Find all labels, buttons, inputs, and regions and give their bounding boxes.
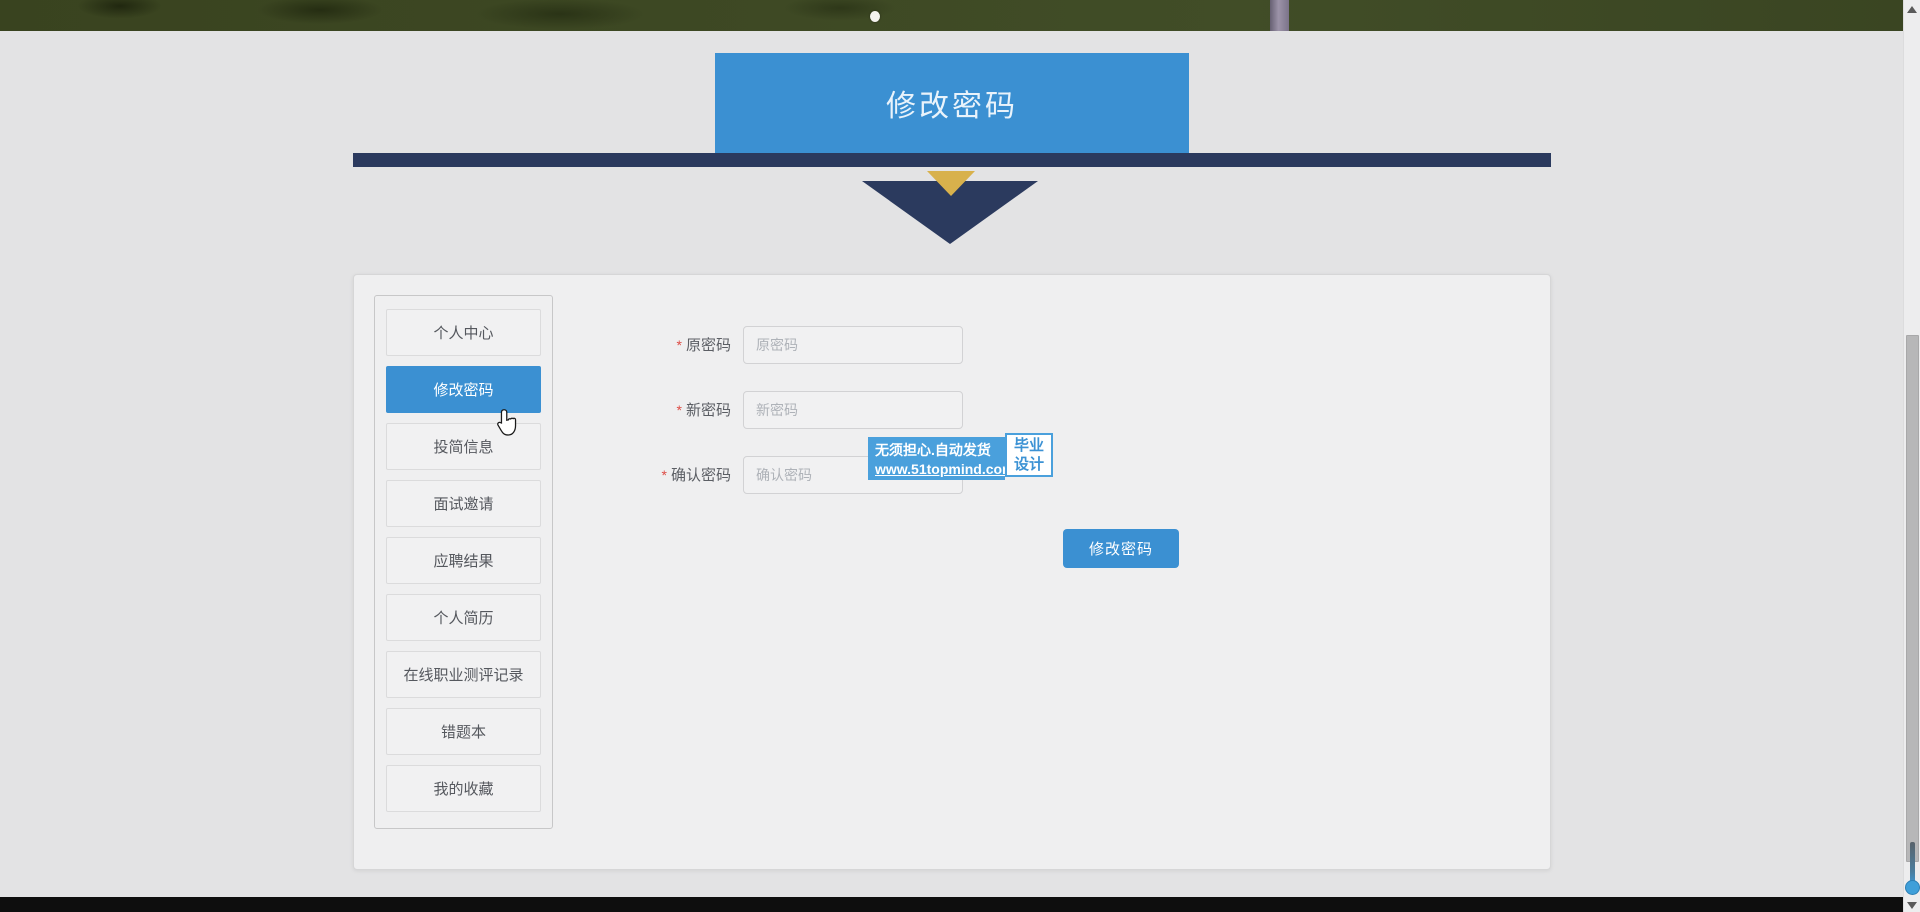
scroll-down-icon[interactable] <box>1907 902 1917 909</box>
banner-pole-detail <box>1270 0 1289 31</box>
content-card: 个人中心 修改密码 投简信息 面试邀请 应聘结果 个人简历 在线职业测评记录 错… <box>353 274 1551 870</box>
sidebar-item-online-assessment-records[interactable]: 在线职业测评记录 <box>386 651 541 698</box>
old-password-input[interactable] <box>743 326 963 364</box>
page-title-banner: 修改密码 <box>715 53 1189 153</box>
watermark-ad: 无须担心.自动发货 www.51topmind.com 毕业 设计 <box>868 433 1053 480</box>
hand-cursor-icon <box>495 408 519 443</box>
vertical-scrollbar[interactable] <box>1903 0 1920 912</box>
scroll-progress-indicator-bulb <box>1905 880 1920 895</box>
sidebar-item-personal-resume[interactable]: 个人简历 <box>386 594 541 641</box>
required-asterisk: * <box>677 337 682 353</box>
scroll-up-icon[interactable] <box>1907 6 1917 13</box>
new-password-label: *新密码 <box>354 399 743 420</box>
change-password-submit-button[interactable]: 修改密码 <box>1063 529 1179 568</box>
watermark-slogan: 无须担心.自动发货 <box>875 441 998 460</box>
old-password-label: *原密码 <box>354 334 743 355</box>
scroll-progress-indicator-stem <box>1910 842 1915 884</box>
bottom-black-bar <box>0 897 1903 912</box>
watermark-url: www.51topmind.com <box>875 460 998 479</box>
page-title: 修改密码 <box>886 81 1018 125</box>
divider-bar <box>353 153 1551 167</box>
form-row-old-password: *原密码 <box>354 325 963 364</box>
scrollbar-thumb[interactable] <box>1906 335 1919 862</box>
sidebar-item-wrong-answer-book[interactable]: 错题本 <box>386 708 541 755</box>
watermark-badge: 毕业 设计 <box>1005 433 1053 477</box>
confirm-password-label: *确认密码 <box>354 464 743 485</box>
sidebar-menu: 个人中心 修改密码 投简信息 面试邀请 应聘结果 个人简历 在线职业测评记录 错… <box>374 295 553 829</box>
new-password-input[interactable] <box>743 391 963 429</box>
carousel-banner-image <box>0 0 1903 31</box>
required-asterisk: * <box>662 467 667 483</box>
gold-arrow-decoration <box>927 171 975 196</box>
carousel-dot-indicator[interactable] <box>870 11 880 22</box>
watermark-ad-text: 无须担心.自动发货 www.51topmind.com <box>868 437 1005 480</box>
sidebar-item-application-results[interactable]: 应聘结果 <box>386 537 541 584</box>
required-asterisk: * <box>677 402 682 418</box>
sidebar-item-my-favorites[interactable]: 我的收藏 <box>386 765 541 812</box>
form-row-new-password: *新密码 <box>354 390 963 429</box>
